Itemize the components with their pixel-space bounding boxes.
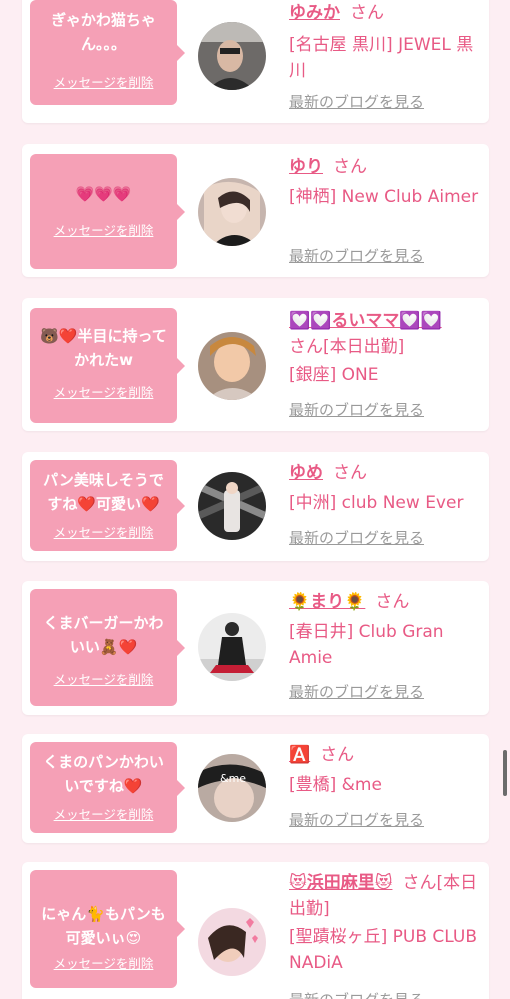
message-card: 🐻❤️半目に持ってかれたw メッセージを削除 💟💟るいママ💟💟 さん[本日出勤]…	[22, 298, 489, 431]
message-text: にゃん🐈もパンも可愛いぃ😍	[41, 905, 166, 947]
delete-message-link[interactable]: メッセージを削除	[30, 385, 177, 401]
cast-name-link[interactable]: 💟💟るいママ💟💟	[289, 311, 442, 331]
delete-message-link[interactable]: メッセージを削除	[30, 956, 177, 972]
honorific: さん[本日出勤]	[289, 337, 405, 357]
scrollbar[interactable]	[503, 750, 507, 796]
message-bubble: パン美味しそうですね❤️可愛い❤️ メッセージを削除	[30, 460, 185, 551]
honorific: さん	[350, 3, 384, 23]
cast-name-link[interactable]: 🌻まり🌻	[289, 592, 365, 612]
latest-blog-link[interactable]: 最新のブログを見る	[289, 528, 424, 548]
cast-info: 🅰️ さん [豊橋] &me	[289, 742, 483, 798]
latest-blog-link[interactable]: 最新のブログを見る	[289, 810, 424, 830]
latest-blog-link[interactable]: 最新のブログを見る	[289, 92, 424, 112]
svg-text:&me: &me	[220, 772, 246, 785]
message-bubble: くまバーガーかわいい🧸❤️ メッセージを削除	[30, 589, 185, 706]
avatar[interactable]: &me	[198, 754, 266, 822]
girl-photo-icon	[198, 22, 266, 90]
girl-photo-icon	[198, 908, 266, 976]
girl-photo-icon	[198, 332, 266, 400]
message-card: ぎゃかわ猫ちゃん。。。 メッセージを削除 ゆみか さん [名古屋 黒川] JEWE…	[22, 0, 489, 123]
girl-photo-icon	[198, 613, 266, 681]
latest-blog-link[interactable]: 最新のブログを見る	[289, 990, 424, 999]
avatar[interactable]	[198, 22, 266, 90]
message-list: ぎゃかわ猫ちゃん。。。 メッセージを削除 ゆみか さん [名古屋 黒川] JEWE…	[0, 0, 510, 999]
cast-info: 💟💟るいママ💟💟 さん[本日出勤] [銀座] ONE	[289, 308, 483, 388]
honorific: さん	[375, 592, 410, 612]
avatar[interactable]	[198, 178, 266, 246]
girl-photo-icon	[198, 472, 266, 540]
avatar[interactable]	[198, 332, 266, 400]
cast-name-link[interactable]: 😻浜田麻里😻	[289, 873, 392, 893]
avatar[interactable]	[198, 472, 266, 540]
message-card: 💗💗💗 メッセージを削除 ゆり さん [神栖] New Club Aimer 最新…	[22, 144, 489, 277]
shop-name: [名古屋 黒川] JEWEL 黒川	[289, 35, 474, 81]
message-bubble: 🐻❤️半目に持ってかれたw メッセージを削除	[30, 308, 185, 423]
delete-message-link[interactable]: メッセージを削除	[30, 223, 177, 239]
cast-info: 😻浜田麻里😻 さん[本日出勤] [聖蹟桜ヶ丘] PUB CLUB NADiA	[289, 870, 483, 976]
cast-info: 🌻まり🌻 さん [春日井] Club Gran Amie	[289, 589, 483, 671]
shop-name: [春日井] Club Gran Amie	[289, 622, 444, 668]
delete-message-link[interactable]: メッセージを削除	[30, 75, 177, 91]
delete-message-link[interactable]: メッセージを削除	[30, 672, 177, 688]
delete-message-link[interactable]: メッセージを削除	[30, 807, 177, 823]
message-card: にゃん🐈もパンも可愛いぃ😍 メッセージを削除 😻浜田麻里😻 さん[本日出勤] [聖…	[22, 862, 489, 999]
shop-name: [神栖] New Club Aimer	[289, 187, 479, 207]
shop-name: [中洲] club New Ever	[289, 493, 464, 513]
honorific: さん	[333, 463, 367, 483]
cast-name-link[interactable]: 🅰️	[289, 745, 310, 765]
message-card: パン美味しそうですね❤️可愛い❤️ メッセージを削除 ゆめ さん [中洲] clu…	[22, 452, 489, 561]
message-bubble: ぎゃかわ猫ちゃん。。。 メッセージを削除	[30, 0, 185, 105]
honorific: さん	[333, 157, 367, 177]
cast-info: ゆり さん [神栖] New Club Aimer	[289, 154, 483, 210]
honorific: さん	[320, 745, 355, 765]
cast-name-link[interactable]: ゆり	[289, 157, 323, 177]
message-bubble: にゃん🐈もパンも可愛いぃ😍 メッセージを削除	[30, 870, 185, 988]
avatar[interactable]	[198, 908, 266, 976]
message-bubble: くまのパンかわいいですね❤️ メッセージを削除	[30, 742, 185, 833]
girl-photo-icon: &me	[198, 754, 266, 822]
message-card: くまのパンかわいいですね❤️ メッセージを削除 &me 🅰️ さん [豊橋] &m…	[22, 734, 489, 843]
message-text: くまバーガーかわいい🧸❤️	[43, 614, 164, 656]
cast-info: ゆみか さん [名古屋 黒川] JEWEL 黒川	[289, 0, 483, 84]
latest-blog-link[interactable]: 最新のブログを見る	[289, 246, 424, 266]
message-text: 💗💗💗	[75, 185, 132, 203]
message-text: ぎゃかわ猫ちゃん。。。	[51, 11, 156, 53]
shop-name: [豊橋] &me	[289, 775, 382, 795]
latest-blog-link[interactable]: 最新のブログを見る	[289, 682, 424, 702]
cast-name-link[interactable]: ゆみか	[289, 3, 340, 23]
message-text: くまのパンかわいいですね❤️	[43, 753, 164, 795]
shop-name: [聖蹟桜ヶ丘] PUB CLUB NADiA	[289, 927, 478, 973]
cast-name-link[interactable]: ゆめ	[289, 463, 323, 483]
message-text: パン美味しそうですね❤️可愛い❤️	[43, 471, 164, 513]
latest-blog-link[interactable]: 最新のブログを見る	[289, 400, 424, 420]
message-bubble: 💗💗💗 メッセージを削除	[30, 154, 185, 269]
shop-name: [銀座] ONE	[289, 365, 379, 385]
avatar[interactable]	[198, 613, 266, 681]
message-text: 🐻❤️半目に持ってかれたw	[40, 327, 167, 369]
message-card: くまバーガーかわいい🧸❤️ メッセージを削除 🌻まり🌻 さん [春日井] Club…	[22, 581, 489, 715]
girl-photo-icon	[198, 178, 266, 246]
delete-message-link[interactable]: メッセージを削除	[30, 525, 177, 541]
cast-info: ゆめ さん [中洲] club New Ever	[289, 460, 483, 516]
